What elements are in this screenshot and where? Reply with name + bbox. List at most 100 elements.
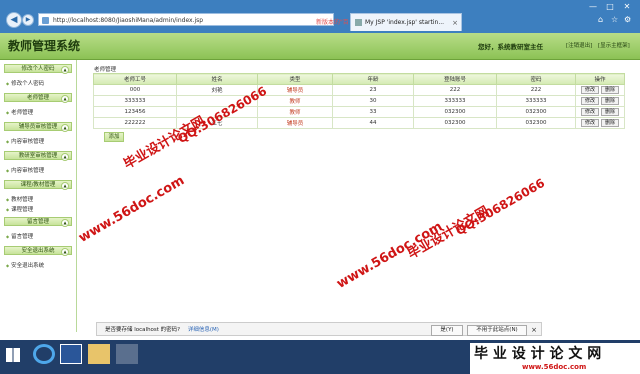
sidebar: 修改个人密码▲ 修改个人密码 老师管理▲ 老师管理 辅导员审核管理▲ 内容审核管… (0, 60, 77, 332)
maximize-button[interactable]: □ (603, 2, 617, 11)
minimize-button[interactable]: — (586, 2, 600, 11)
watermark-site: www.56doc.com (76, 173, 188, 246)
cell-name: 江七 (176, 117, 258, 129)
watermark-qq: QQ:306826066 (453, 175, 548, 239)
sidebar-section-messages[interactable]: 留言管理 ▲ (4, 217, 72, 227)
cell-id: 000 (93, 84, 177, 96)
main-frame-link[interactable]: [显示主框架] (598, 41, 630, 49)
app-title: 教师管理系统 (8, 39, 81, 53)
cell-age: 30 (332, 95, 414, 107)
watermark-site: www.56doc.com (334, 219, 446, 292)
page-title: 老师管理 (94, 67, 117, 73)
column-header: 姓名 (176, 73, 258, 85)
app-icon[interactable] (116, 344, 138, 364)
cell-name: 刘艳 (176, 84, 258, 96)
sidebar-item-logout[interactable]: 安全退出系统 (6, 261, 44, 269)
collapse-icon[interactable]: ▲ (61, 219, 69, 227)
word-icon[interactable] (60, 344, 82, 364)
cell-account: 333333 (413, 95, 497, 107)
logo-title: 毕 业 设 计 论 文 网 (474, 346, 602, 362)
details-link[interactable]: 详细信息(M) (188, 327, 219, 333)
forward-button[interactable]: ▶ (22, 14, 34, 26)
collapse-icon[interactable]: ▲ (61, 95, 69, 103)
url-text: http://localhost:8080/JiaoshiMana/admin/… (53, 17, 204, 24)
sidebar-item-change-password[interactable]: 修改个人密码 (6, 79, 44, 87)
delete-button[interactable]: 删除 (601, 119, 620, 127)
cell-age: 33 (332, 106, 414, 118)
never-for-site-button[interactable]: 不用于此站点(N) (467, 325, 527, 336)
collapse-icon[interactable]: ▲ (61, 182, 69, 190)
site-logo: 毕 业 设 计 论 文 网 www.56doc.com (470, 343, 640, 374)
edit-button[interactable]: 修改 (580, 108, 599, 116)
delete-button[interactable]: 删除 (601, 97, 620, 105)
collapse-icon[interactable]: ▲ (61, 248, 69, 256)
sidebar-item-courses[interactable]: 课程管理 (6, 205, 33, 213)
section-title: 课程/教材管理 (20, 182, 56, 188)
sidebar-section-office-review[interactable]: 教研室审核管理 ▲ (4, 151, 72, 161)
collapse-icon[interactable]: ▲ (61, 66, 69, 74)
start-windows-icon[interactable] (6, 348, 20, 362)
favorites-icon[interactable]: ☆ (611, 15, 618, 24)
save-password-yes-button[interactable]: 是(Y) (431, 325, 463, 336)
sidebar-item-textbooks[interactable]: 教材管理 (6, 195, 33, 203)
column-header: 操作 (575, 73, 625, 85)
delete-button[interactable]: 删除 (601, 86, 620, 94)
cell-age: 23 (332, 84, 414, 96)
sidebar-section-courses[interactable]: 课程/教材管理 ▲ (4, 180, 72, 190)
cell-actions: 修改 删除 (575, 84, 625, 96)
table-row: 222222 江七 辅导员 44 032300 032300 修改 删除 (93, 117, 625, 129)
app-header: 教师管理系统 您好，系统教研室主任 [注销退出] [显示主框架] (0, 33, 640, 60)
sidebar-item-office-content-review[interactable]: 内容审核管理 (6, 166, 44, 174)
edit-button[interactable]: 修改 (580, 86, 599, 94)
table-header-row: 老师工号 姓名 类型 年龄 登陆账号 密码 操作 (93, 73, 625, 85)
page-icon (42, 17, 49, 24)
sidebar-item-messages[interactable]: 留言管理 (6, 232, 33, 240)
cell-password: 032300 (496, 117, 576, 129)
welcome-text: 您好，系统教研室主任 (478, 43, 543, 51)
cell-account: 222 (413, 84, 497, 96)
delete-button[interactable]: 删除 (601, 108, 620, 116)
sidebar-section-counselor-review[interactable]: 辅导员审核管理 ▲ (4, 122, 72, 132)
tab-inactive[interactable]: 新版本的"百度一下" (316, 18, 348, 28)
close-button[interactable]: ✕ (620, 2, 634, 11)
cell-type: 辅导员 (257, 117, 333, 129)
tab-active[interactable]: My JSP 'index.jsp' startin... × (350, 13, 462, 31)
home-icon[interactable]: ⌂ (598, 15, 603, 24)
sidebar-item-teachers[interactable]: 老师管理 (6, 108, 33, 116)
cell-password: 333333 (496, 95, 576, 107)
back-button[interactable]: ◀ (6, 12, 22, 28)
section-title: 教研室审核管理 (18, 153, 58, 159)
cell-type: 教师 (257, 106, 333, 118)
logout-link[interactable]: [注销退出] (566, 41, 592, 49)
tab-close-icon[interactable]: × (452, 14, 458, 31)
section-title: 辅导员审核管理 (18, 124, 58, 130)
section-title: 修改个人密码 (21, 66, 55, 72)
section-title: 安全退出系统 (21, 248, 55, 254)
file-explorer-icon[interactable] (88, 344, 110, 364)
cell-password: 032300 (496, 106, 576, 118)
cell-password: 222 (496, 84, 576, 96)
collapse-icon[interactable]: ▲ (61, 153, 69, 161)
column-header: 年龄 (332, 73, 414, 85)
sidebar-item-counselor-content-review[interactable]: 内容审核管理 (6, 137, 44, 145)
settings-gear-icon[interactable]: ⚙ (624, 15, 631, 24)
cell-account: 032300 (413, 106, 497, 118)
internet-explorer-icon[interactable] (33, 344, 55, 364)
add-button[interactable]: 添加 (104, 132, 124, 142)
edit-button[interactable]: 修改 (580, 119, 599, 127)
close-bar-icon[interactable]: × (531, 323, 537, 337)
section-title: 老师管理 (26, 95, 49, 101)
sidebar-section-logout[interactable]: 安全退出系统 ▲ (4, 246, 72, 256)
cell-name (176, 95, 258, 107)
column-header: 老师工号 (93, 73, 177, 85)
sidebar-section-teachers[interactable]: 老师管理 ▲ (4, 93, 72, 103)
sidebar-section-password[interactable]: 修改个人密码 ▲ (4, 64, 72, 74)
cell-id: 222222 (93, 117, 177, 129)
column-header: 类型 (257, 73, 333, 85)
edit-button[interactable]: 修改 (580, 97, 599, 105)
collapse-icon[interactable]: ▲ (61, 124, 69, 132)
address-bar[interactable]: http://localhost:8080/JiaoshiMana/admin/… (38, 13, 334, 26)
logo-site: www.56doc.com (522, 363, 587, 371)
column-header: 登陆账号 (413, 73, 497, 85)
password-notification-bar: 是否要存储 localhost 的密码? 详细信息(M) 是(Y) 不用于此站点… (96, 322, 542, 336)
